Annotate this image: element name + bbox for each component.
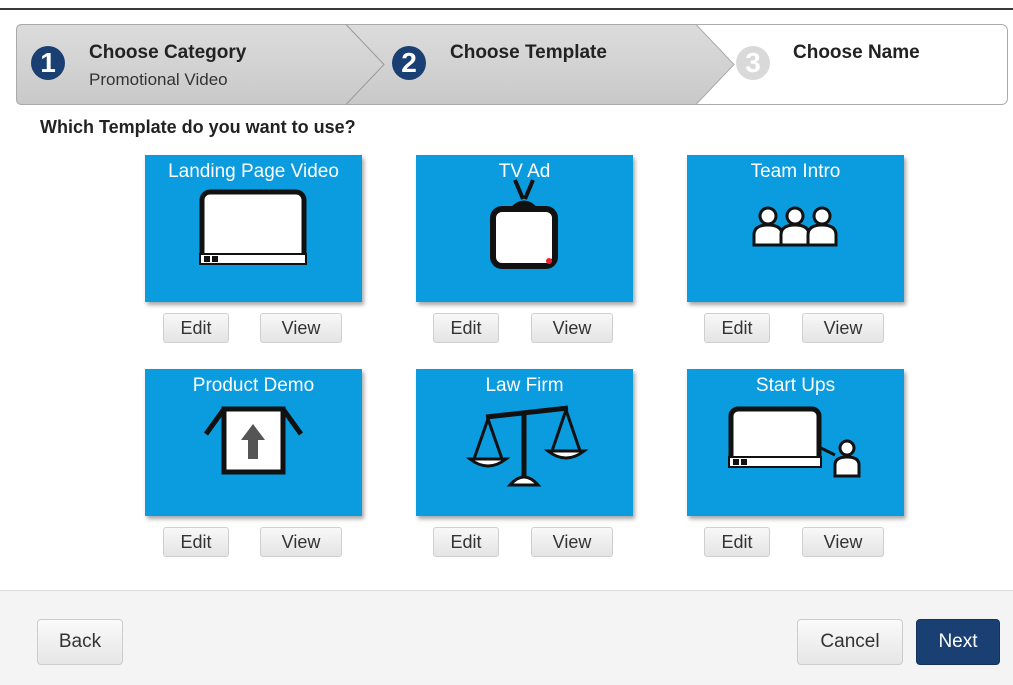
template-card-landing-page-video[interactable]: Landing Page Video	[145, 155, 362, 302]
step-number-badge: 1	[31, 46, 65, 80]
back-button[interactable]: Back	[37, 619, 123, 665]
template-card-start-ups[interactable]: Start Ups	[687, 369, 904, 516]
edit-button[interactable]: Edit	[704, 313, 770, 343]
wizard-step-3: 3 Choose Name	[716, 24, 1006, 105]
view-button[interactable]: View	[531, 313, 613, 343]
edit-button[interactable]: Edit	[433, 313, 499, 343]
template-card-product-demo[interactable]: Product Demo	[145, 369, 362, 516]
step-subtitle: Promotional Video	[89, 70, 228, 89]
product-box-icon	[203, 406, 304, 475]
wizard-steps: 1 Choose Category Promotional Video 2 Ch…	[16, 24, 1008, 105]
scales-icon	[465, 405, 589, 487]
footer-bar: Back Cancel Next	[0, 590, 1013, 685]
step-number-badge: 3	[736, 46, 770, 80]
view-button[interactable]: View	[531, 527, 613, 557]
step-number-badge: 2	[392, 46, 426, 80]
top-divider	[0, 8, 1013, 10]
edit-button[interactable]: Edit	[433, 527, 499, 557]
team-icon	[752, 206, 838, 247]
edit-button[interactable]: Edit	[704, 527, 770, 557]
presentation-icon	[728, 406, 861, 478]
step-title: Choose Template	[450, 42, 607, 63]
tv-icon	[490, 179, 558, 269]
monitor-icon	[199, 189, 307, 265]
view-button[interactable]: View	[260, 313, 342, 343]
template-card-team-intro[interactable]: Team Intro	[687, 155, 904, 302]
view-button[interactable]: View	[802, 313, 884, 343]
wizard-step-1[interactable]: 1 Choose Category Promotional Video	[16, 24, 356, 105]
step-title: Choose Name	[793, 42, 920, 63]
edit-button[interactable]: Edit	[163, 313, 229, 343]
page-question: Which Template do you want to use?	[40, 117, 356, 137]
edit-button[interactable]: Edit	[163, 527, 229, 557]
view-button[interactable]: View	[260, 527, 342, 557]
cancel-button[interactable]: Cancel	[797, 619, 903, 665]
template-card-tv-ad[interactable]: TV Ad	[416, 155, 633, 302]
template-card-law-firm[interactable]: Law Firm	[416, 369, 633, 516]
wizard-step-2[interactable]: 2 Choose Template	[376, 24, 716, 105]
step-title: Choose Category	[89, 42, 247, 63]
view-button[interactable]: View	[802, 527, 884, 557]
next-button[interactable]: Next	[916, 619, 1000, 665]
